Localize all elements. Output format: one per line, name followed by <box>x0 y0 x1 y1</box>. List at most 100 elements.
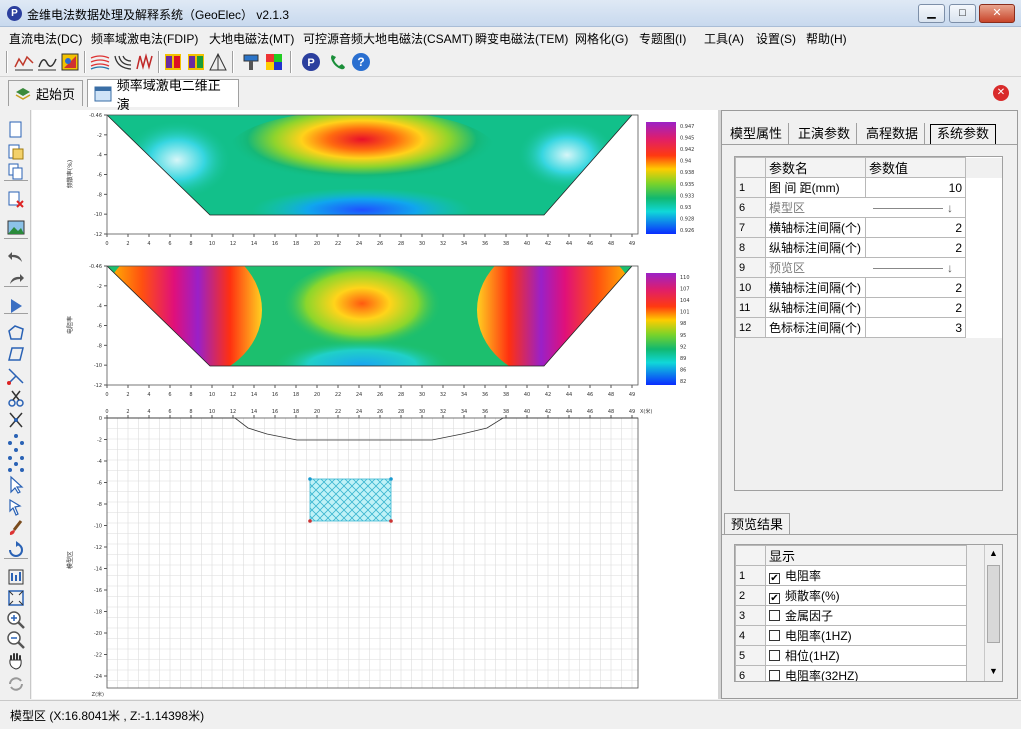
menu-csamt[interactable]: 可控源音频大地电磁法(CSAMT) <box>303 30 473 47</box>
preview-row[interactable]: 3 金属因子 <box>735 605 967 626</box>
color-map-icon[interactable] <box>59 51 81 73</box>
zoom-out-icon[interactable] <box>5 630 27 650</box>
tab-system-params[interactable]: 系统参数 <box>930 124 997 144</box>
extent-icon[interactable] <box>5 588 27 608</box>
scroll-up-button[interactable]: ▲ <box>985 545 1002 562</box>
display-checkbox[interactable] <box>769 610 780 621</box>
scroll-thumb[interactable] <box>987 565 1000 643</box>
polygon-vertex-handle[interactable] <box>389 519 393 523</box>
pointer-icon[interactable] <box>5 475 27 495</box>
menu-fdip[interactable]: 频率域激电法(FDIP) <box>91 30 198 47</box>
scissors-icon[interactable] <box>5 388 27 408</box>
rotate-icon[interactable] <box>5 540 27 560</box>
close-window-button[interactable]: ✕ <box>979 4 1015 23</box>
param-value[interactable]: 2 <box>865 237 966 258</box>
polygon-vertex-handle[interactable] <box>308 477 312 481</box>
help-icon[interactable]: ? <box>350 51 372 73</box>
select-vertex-icon[interactable] <box>5 497 27 517</box>
cut-line-icon[interactable] <box>5 366 27 386</box>
display-checkbox[interactable] <box>769 670 780 681</box>
multi-curve-icon[interactable] <box>89 51 111 73</box>
preview-row[interactable]: 5 相位(1HZ) <box>735 645 967 666</box>
display-cell[interactable]: 电阻率(1HZ) <box>765 625 967 646</box>
param-value[interactable]: 2 <box>865 297 966 318</box>
group-collapse-toggle[interactable]: ↓ <box>865 257 966 278</box>
curve-icon[interactable] <box>13 51 35 73</box>
parallelogram-icon[interactable] <box>5 344 27 364</box>
display-cell[interactable]: ✔ 电阻率 <box>765 565 967 586</box>
pseudo-section-icon[interactable] <box>134 51 156 73</box>
redo-icon[interactable] <box>5 270 27 290</box>
undo-icon[interactable] <box>5 248 27 268</box>
preview-row[interactable]: 2 ✔ 频散率(%) <box>735 585 967 606</box>
param-row[interactable]: 7 横轴标注间隔(个) 2 <box>735 217 1003 238</box>
menu-mt[interactable]: 大地电磁法(MT) <box>209 30 294 47</box>
model-b-icon[interactable] <box>185 51 207 73</box>
zoom-in-icon[interactable] <box>5 610 27 630</box>
model-a-icon[interactable] <box>162 51 184 73</box>
open-icon[interactable] <box>5 142 27 162</box>
param-row[interactable]: 12 色标标注间隔(个) 3 <box>735 317 1003 338</box>
split-icon[interactable] <box>5 410 27 430</box>
maximize-button[interactable]: □ <box>949 4 976 23</box>
fit-icon[interactable] <box>5 567 27 587</box>
param-row[interactable]: 1图 间 距(mm) 10 <box>735 177 1003 198</box>
paint-icon[interactable] <box>240 51 262 73</box>
scroll-down-button[interactable]: ▼ <box>985 663 1002 680</box>
menu-tem[interactable]: 瞬变电磁法(TEM) <box>475 30 568 47</box>
tab-forward-modeling[interactable]: 频率域激电二维正演 <box>87 78 239 112</box>
param-value[interactable]: 2 <box>865 217 966 238</box>
param-row[interactable]: 11 纵轴标注间隔(个) 2 <box>735 297 1003 318</box>
preview-row[interactable]: 4 电阻率(1HZ) <box>735 625 967 646</box>
polygon-vertex-handle[interactable] <box>308 519 312 523</box>
phone-icon[interactable] <box>326 51 348 73</box>
param-value[interactable]: 3 <box>865 317 966 338</box>
param-value[interactable]: 10 <box>865 177 966 198</box>
polygon-vertex-handle[interactable] <box>389 477 393 481</box>
logo-icon[interactable]: P <box>300 51 322 73</box>
menu-settings[interactable]: 设置(S) <box>756 30 796 47</box>
image-icon[interactable] <box>5 218 27 238</box>
plots-svg[interactable]: -0.46-2-4-6-8-10-120 2 4 6 8 10 12 14 16 18 20 22 24… <box>32 110 718 699</box>
close-tab-icon[interactable]: ✕ <box>993 85 1009 101</box>
display-cell[interactable]: 金属因子 <box>765 605 967 626</box>
display-checkbox[interactable] <box>769 650 780 661</box>
param-value[interactable]: 2 <box>865 277 966 298</box>
refresh-icon[interactable] <box>5 674 27 694</box>
copy-icon[interactable] <box>5 162 27 182</box>
new-file-icon[interactable] <box>5 120 27 140</box>
delete-icon[interactable] <box>5 190 27 210</box>
preview-row[interactable]: 1 ✔ 电阻率 <box>735 565 967 586</box>
triangle-icon[interactable] <box>207 51 229 73</box>
menu-help[interactable]: 帮助(H) <box>806 30 847 47</box>
display-checkbox[interactable]: ✔ <box>769 573 780 584</box>
preview-scrollbar[interactable]: ▲ ▼ <box>984 545 1002 681</box>
anomaly-body-polygon[interactable] <box>309 478 392 522</box>
param-row[interactable]: 10 横轴标注间隔(个) 2 <box>735 277 1003 298</box>
param-row[interactable]: 9 预览区 ↓ <box>735 257 1003 278</box>
display-cell[interactable]: ✔ 频散率(%) <box>765 585 967 606</box>
tab-model-properties[interactable]: 模型属性 <box>724 123 790 145</box>
preview-row[interactable]: 6 电阻率(32HZ) <box>735 665 967 681</box>
group-collapse-toggle[interactable]: ↓ <box>865 197 966 218</box>
display-checkbox[interactable] <box>769 630 780 641</box>
tab-home[interactable]: 起始页 <box>8 80 83 106</box>
menu-grid[interactable]: 网格化(G) <box>575 30 628 47</box>
nodes-icon[interactable] <box>5 433 27 453</box>
tab-elevation-data[interactable]: 高程数据 <box>860 123 926 145</box>
curve-alt-icon[interactable] <box>36 51 58 73</box>
menu-tools[interactable]: 工具(A) <box>704 30 744 47</box>
plot-canvas[interactable]: -0.46 -2 -4 -6 -8 -10 -12 0 2 4 6 8 10 12 14 16 18 20 22 24… <box>32 110 718 699</box>
menu-thematic[interactable]: 专题图(I) <box>639 30 686 47</box>
pan-hand-icon[interactable] <box>5 651 27 671</box>
display-cell[interactable]: 相位(1HZ) <box>765 645 967 666</box>
display-checkbox[interactable]: ✔ <box>769 593 780 604</box>
menu-dc[interactable]: 直流电法(DC) <box>9 30 82 47</box>
brush-icon[interactable] <box>5 518 27 538</box>
nodes-alt-icon[interactable] <box>5 454 27 474</box>
multi-curve-alt-icon[interactable] <box>112 51 134 73</box>
display-cell[interactable]: 电阻率(32HZ) <box>765 665 967 681</box>
polygon-icon[interactable] <box>5 323 27 343</box>
palette-icon[interactable] <box>263 51 285 73</box>
param-row[interactable]: 6 模型区 ↓ <box>735 197 1003 218</box>
